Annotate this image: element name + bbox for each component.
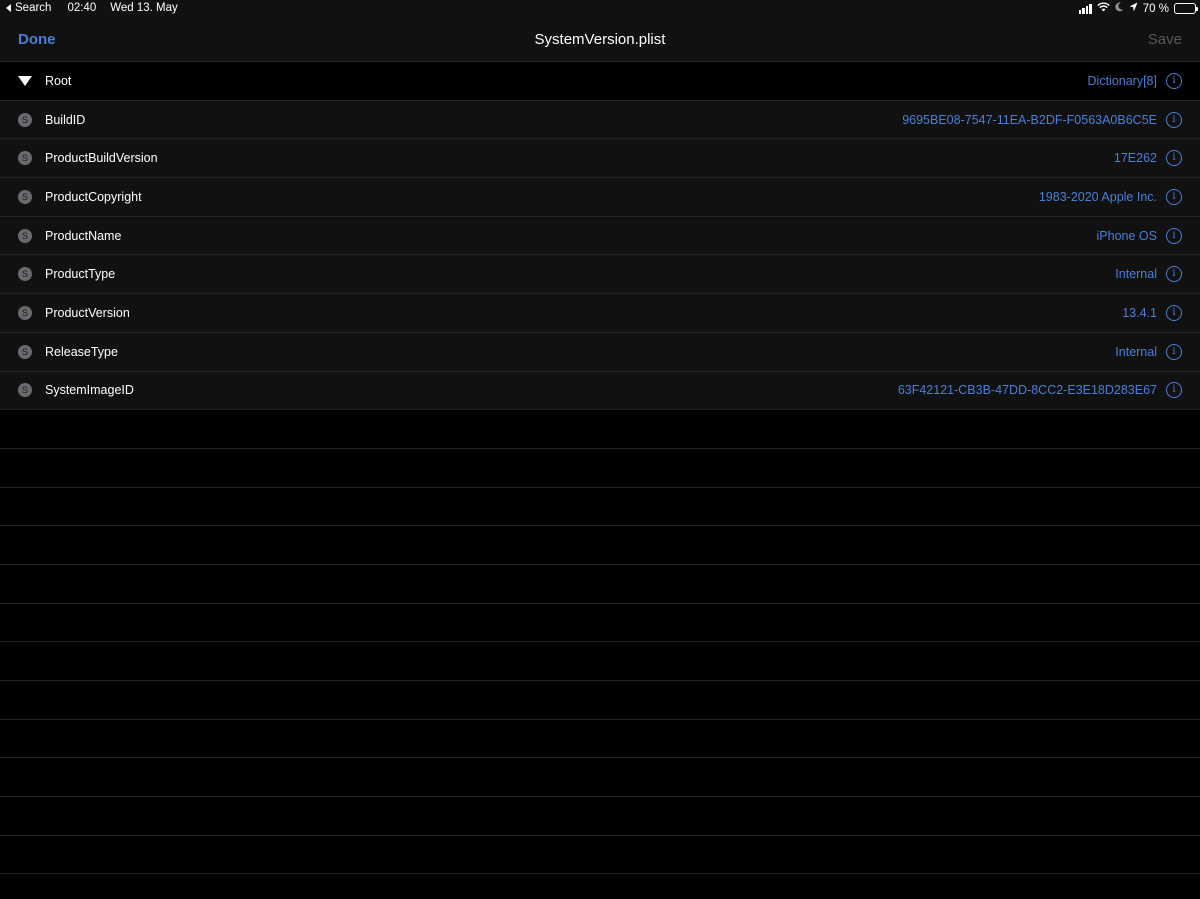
entry-value[interactable]: 9695BE08-7547-11EA-B2DF-F0563A0B6C5E: [902, 113, 1157, 127]
string-type-icon: S: [18, 267, 32, 282]
empty-row: [0, 835, 1200, 875]
info-icon[interactable]: i: [1166, 343, 1182, 360]
string-type-icon: S: [18, 189, 32, 204]
empty-row: [0, 448, 1200, 488]
empty-row: [0, 564, 1200, 604]
entry-value[interactable]: Internal: [1115, 345, 1157, 359]
plist-entry-row[interactable]: S BuildID 9695BE08-7547-11EA-B2DF-F0563A0B…: [0, 100, 1200, 140]
empty-rows: [0, 410, 1200, 899]
info-icon[interactable]: i: [1166, 72, 1182, 89]
info-icon[interactable]: i: [1166, 227, 1182, 244]
status-date: Wed 13. May: [110, 2, 178, 14]
empty-row: [0, 797, 1200, 836]
empty-row: [0, 487, 1200, 527]
info-icon[interactable]: i: [1166, 304, 1182, 321]
plist-entry-row[interactable]: S SystemImageID 63F42121-CB3B-47DD-8CC2-E3…: [0, 371, 1200, 411]
string-type-icon: S: [18, 383, 32, 398]
root-row[interactable]: Root Dictionary[8] i: [0, 62, 1200, 101]
entry-key: ProductName: [45, 228, 122, 243]
info-icon[interactable]: i: [1166, 266, 1182, 283]
plist-entry-row[interactable]: S ProductType Internal i: [0, 255, 1200, 295]
status-bar: Search 02:40 Wed 13. May 70 %: [0, 0, 1200, 18]
status-bar-left: Search 02:40 Wed 13. May: [6, 2, 178, 14]
entry-key: SystemImageID: [45, 383, 134, 398]
location-icon: [1129, 2, 1138, 15]
string-type-icon: S: [18, 228, 32, 243]
entry-key: ProductCopyright: [45, 189, 142, 204]
empty-row: [0, 410, 1200, 449]
info-icon[interactable]: i: [1166, 150, 1182, 167]
plist-tree: Root Dictionary[8] i S BuildID 9695BE08-75…: [0, 62, 1200, 899]
moon-icon: [1115, 2, 1124, 15]
battery-icon: [1174, 3, 1198, 14]
entry-key: ProductBuildVersion: [45, 151, 158, 166]
plist-entry-row[interactable]: S ProductCopyright 1983-2020 Apple Inc. i: [0, 178, 1200, 217]
empty-row: [0, 719, 1200, 759]
status-time: 02:40: [67, 2, 97, 14]
back-to-app-link[interactable]: Search: [15, 2, 51, 14]
signal-icon: [1078, 3, 1092, 14]
string-type-icon: S: [18, 305, 32, 320]
plist-entry-row[interactable]: S ProductName iPhone OS i: [0, 216, 1200, 256]
disclosure-triangle-icon[interactable]: [18, 75, 32, 86]
battery-percent: 70 %: [1142, 2, 1169, 15]
empty-row: [0, 603, 1200, 643]
string-type-icon: S: [18, 151, 32, 166]
entry-value[interactable]: 17E262: [1114, 151, 1157, 165]
entries-list: S BuildID 9695BE08-7547-11EA-B2DF-F0563A0B…: [0, 100, 1200, 411]
plist-entry-row[interactable]: S ProductBuildVersion 17E262 i: [0, 139, 1200, 179]
root-value[interactable]: Dictionary[8]: [1088, 74, 1157, 88]
plist-entry-row[interactable]: S ProductVersion 13.4.1 i: [0, 294, 1200, 333]
save-button[interactable]: Save: [1148, 31, 1182, 48]
empty-row: [0, 681, 1200, 720]
root-key: Root: [45, 73, 72, 88]
entry-value[interactable]: 13.4.1: [1122, 306, 1157, 320]
back-arrow-icon[interactable]: [6, 4, 11, 12]
page-title: SystemVersion.plist: [534, 31, 666, 48]
empty-row: [0, 526, 1200, 565]
info-icon[interactable]: i: [1166, 111, 1182, 128]
empty-row: [0, 642, 1200, 681]
entry-value[interactable]: iPhone OS: [1097, 229, 1157, 243]
status-bar-right: 70 %: [1078, 2, 1198, 15]
plist-entry-row[interactable]: S ReleaseType Internal i: [0, 332, 1200, 372]
empty-row: [0, 758, 1200, 798]
entry-key: ProductVersion: [45, 305, 130, 320]
entry-value[interactable]: 1983-2020 Apple Inc.: [1039, 190, 1157, 204]
string-type-icon: S: [18, 344, 32, 359]
wifi-icon: [1097, 2, 1110, 15]
entry-key: BuildID: [45, 112, 86, 127]
string-type-icon: S: [18, 112, 32, 127]
entry-key: ReleaseType: [45, 344, 118, 359]
navigation-bar: Done SystemVersion.plist Save: [0, 18, 1200, 62]
entry-value[interactable]: 63F42121-CB3B-47DD-8CC2-E3E18D283E67: [898, 383, 1157, 397]
empty-row: [0, 874, 1200, 899]
entry-key: ProductType: [45, 267, 116, 282]
info-icon[interactable]: i: [1166, 382, 1182, 399]
entry-value[interactable]: Internal: [1115, 267, 1157, 281]
info-icon[interactable]: i: [1166, 188, 1182, 205]
